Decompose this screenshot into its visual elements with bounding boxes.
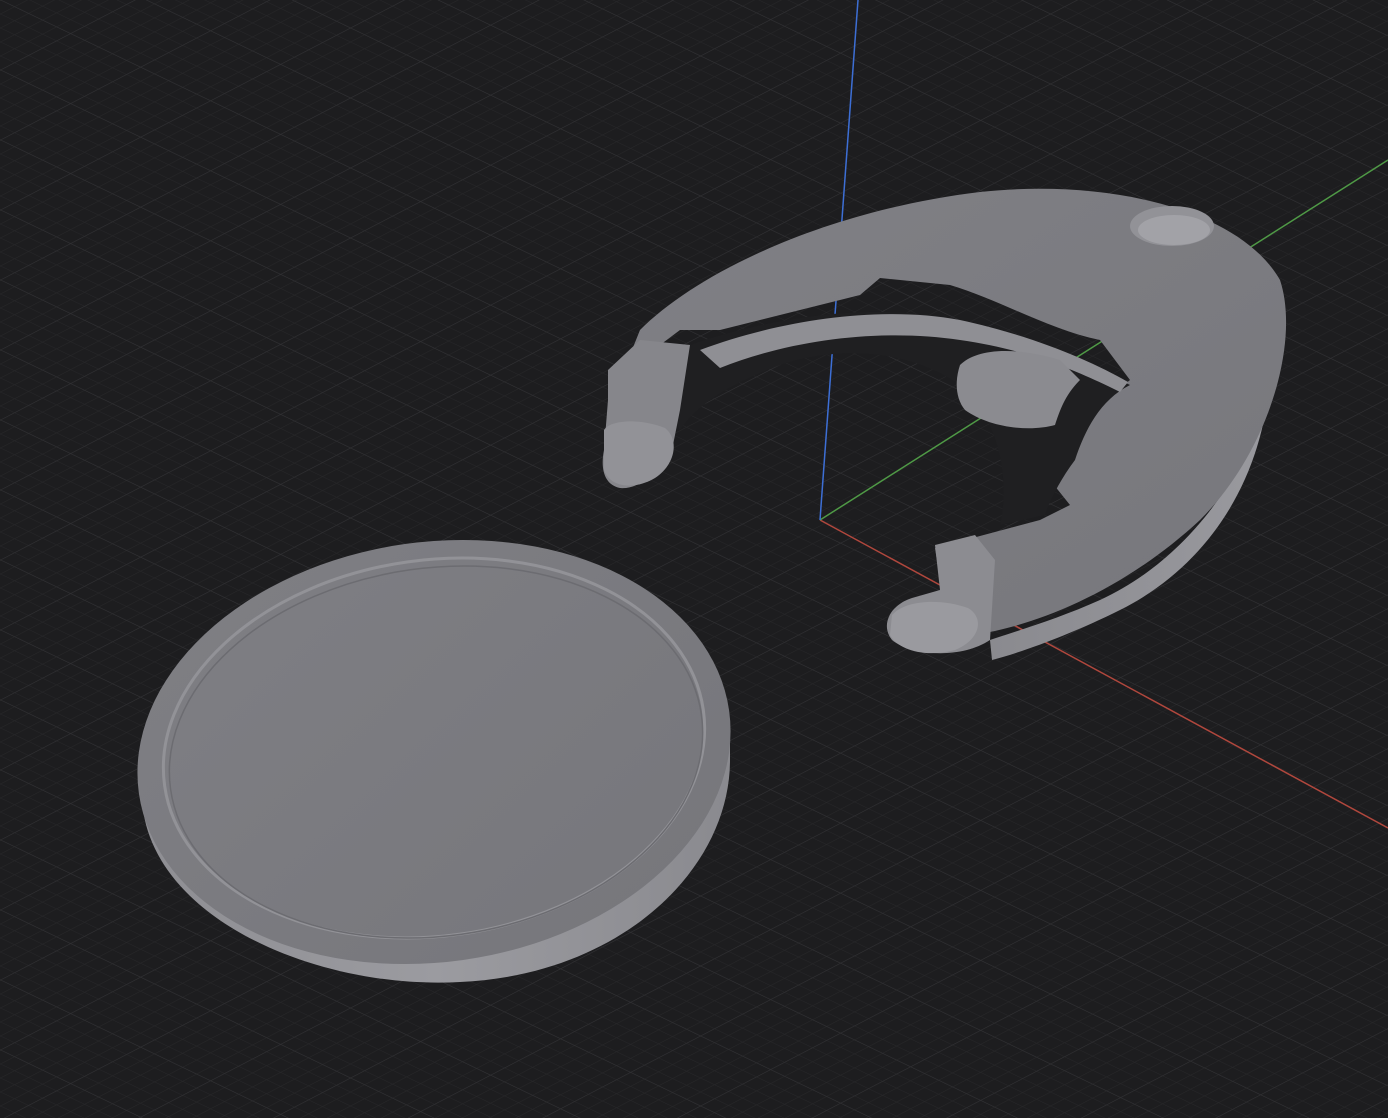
- 3d-viewport[interactable]: [0, 0, 1388, 1118]
- keyring-hole-inner: [1138, 215, 1210, 245]
